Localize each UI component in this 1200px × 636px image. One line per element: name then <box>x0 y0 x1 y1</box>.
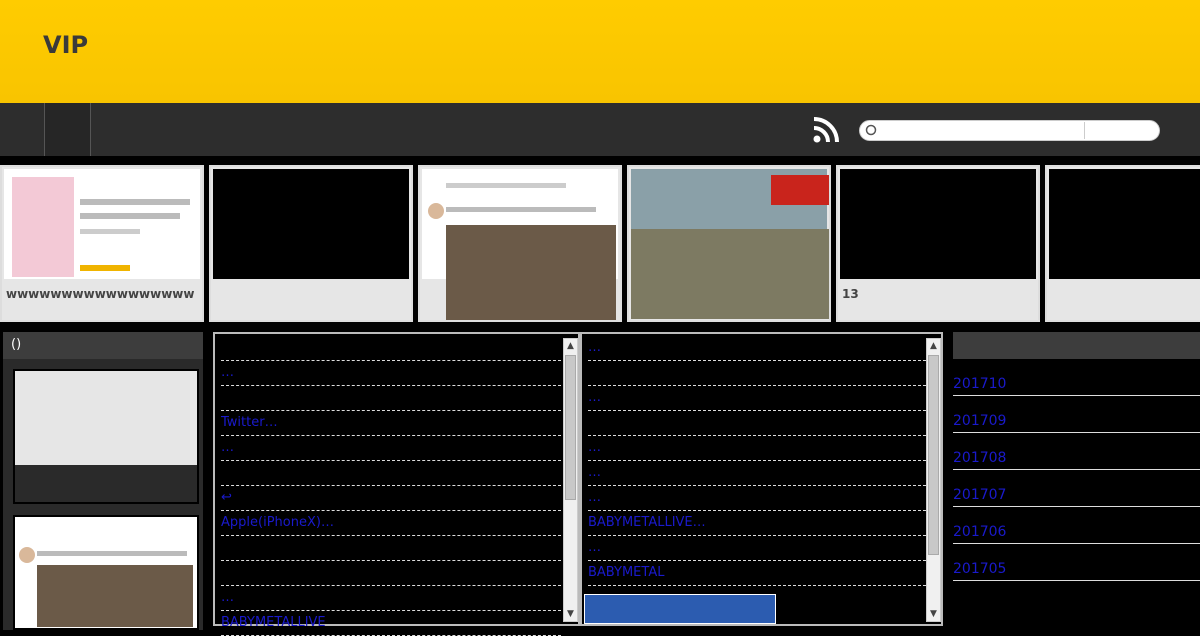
sidebar-heading: () <box>3 332 203 359</box>
archive-link[interactable]: 201710 <box>953 359 1200 396</box>
site-title[interactable]: VIP <box>43 31 88 59</box>
archive-link[interactable]: 201705 <box>953 544 1200 581</box>
featured-thumbnail <box>422 169 618 320</box>
featured-thumbnail <box>4 169 200 279</box>
scrollbar[interactable]: ▲ ▼ <box>563 338 578 622</box>
search-divider <box>1084 122 1085 139</box>
featured-caption: 13 <box>842 287 859 301</box>
scroll-down-button[interactable]: ▼ <box>927 607 940 621</box>
feed-item[interactable]: … <box>588 336 926 361</box>
feed-list: … Twitter…… ↩ Apple(iPhoneX)…… BABYMETALLIVE <box>221 336 561 636</box>
feed-item[interactable]: … <box>221 586 561 611</box>
search-button[interactable] <box>1086 121 1160 140</box>
search-input[interactable] <box>880 122 1085 139</box>
feed-item[interactable] <box>588 411 926 436</box>
nav-bar <box>0 103 1200 156</box>
feed-right[interactable]: …………… BABYMETALLIVE…… BABYMETAL ▲ ▼ <box>580 332 943 626</box>
feed-item[interactable]: Twitter… <box>221 411 561 436</box>
nav-home-button[interactable] <box>44 103 91 156</box>
scroll-thumb[interactable] <box>565 355 576 500</box>
feed-item[interactable]: … <box>221 361 561 386</box>
scroll-up-button[interactable]: ▲ <box>564 339 577 353</box>
featured-card-3[interactable] <box>418 165 622 322</box>
featured-card-5[interactable]: 13 <box>836 165 1040 322</box>
archive-link[interactable]: 201707 <box>953 470 1200 507</box>
feed-list: …………… BABYMETALLIVE…… BABYMETAL <box>588 336 926 586</box>
search-icon <box>865 124 877 136</box>
featured-thumbnail <box>631 169 829 319</box>
featured-thumbnail <box>1049 169 1200 279</box>
sidebar-card-1[interactable] <box>13 369 199 504</box>
rss-icon[interactable] <box>812 116 840 144</box>
feed-item[interactable]: BABYMETALLIVE… <box>588 511 926 536</box>
feed-item[interactable]: ↩ <box>221 486 561 511</box>
featured-card-1[interactable]: wwwwwwwwwwwwwwwww <box>0 165 204 322</box>
feed-item[interactable] <box>221 536 561 561</box>
featured-thumbnail <box>840 169 1036 279</box>
sidebar-card-2[interactable] <box>13 515 199 630</box>
scroll-down-button[interactable]: ▼ <box>564 607 577 621</box>
featured-card-6[interactable] <box>1045 165 1200 322</box>
sidebar-card-thumbnail <box>37 565 193 627</box>
feed-item[interactable]: … <box>588 461 926 486</box>
feed-item[interactable] <box>221 461 561 486</box>
feed-item[interactable] <box>221 386 561 411</box>
feed-item[interactable]: Apple(iPhoneX)… <box>221 511 561 536</box>
archive-link[interactable]: 201708 <box>953 433 1200 470</box>
feed-banner-image[interactable] <box>584 594 776 624</box>
archive-link[interactable]: 201709 <box>953 396 1200 433</box>
featured-card-2[interactable] <box>209 165 413 322</box>
scroll-up-button[interactable]: ▲ <box>927 339 940 353</box>
scroll-thumb[interactable] <box>928 355 939 555</box>
scrollbar[interactable]: ▲ ▼ <box>926 338 941 622</box>
archive-heading <box>953 332 1200 359</box>
archive-link[interactable]: 201706 <box>953 507 1200 544</box>
feed-item[interactable]: … <box>588 436 926 461</box>
feed-item[interactable] <box>588 361 926 386</box>
feed-item[interactable]: BABYMETAL <box>588 561 926 586</box>
feed-item[interactable]: … <box>221 436 561 461</box>
archive-list: 201710 201709 201708 201707 201706 201705 <box>953 359 1200 581</box>
featured-card-4[interactable] <box>627 165 831 322</box>
feed-item[interactable]: … <box>588 486 926 511</box>
featured-caption: wwwwwwwwwwwwwwwww <box>6 287 195 301</box>
left-sidebar: () <box>3 332 203 630</box>
feed-item[interactable]: … <box>588 386 926 411</box>
feed-item[interactable]: … <box>588 536 926 561</box>
feed-item[interactable]: BABYMETALLIVE <box>221 611 561 636</box>
site-header: VIP <box>0 0 1200 103</box>
feed-item[interactable] <box>221 561 561 586</box>
sidebar-card-thumbnail <box>15 371 197 465</box>
archive-sidebar: 201710 201709 201708 201707 201706 201705 <box>953 332 1200 630</box>
featured-thumbnail <box>213 169 409 279</box>
feed-item[interactable] <box>221 336 561 361</box>
featured-strip: wwwwwwwwwwwwwwwww 13 <box>0 165 1200 322</box>
search-box <box>859 120 1160 141</box>
book-cover-image <box>12 177 74 277</box>
feed-left[interactable]: … Twitter…… ↩ Apple(iPhoneX)…… BABYMETALLIVE… <box>213 332 580 636</box>
